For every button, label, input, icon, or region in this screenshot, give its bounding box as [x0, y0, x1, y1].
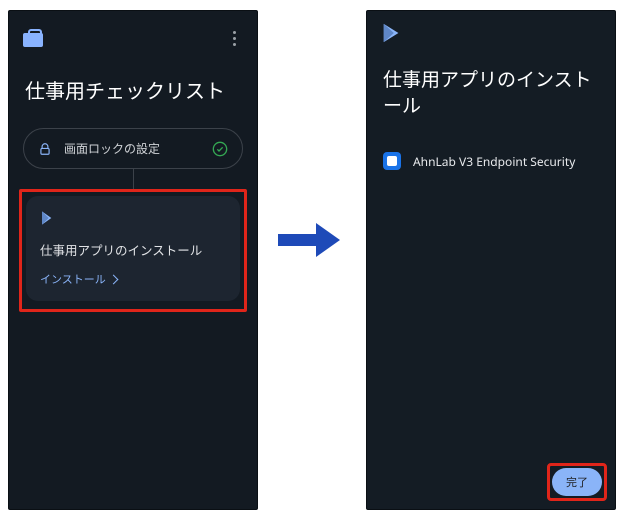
google-play-icon	[381, 22, 403, 44]
screen-checklist: 仕事用チェックリスト 画面ロックの設定 仕事用アプリのインストール	[8, 10, 258, 510]
lock-icon	[38, 142, 52, 156]
screen-install-apps: 仕事用アプリのインストール AhnLab V3 Endpoint Securit…	[366, 10, 616, 510]
done-button[interactable]: 完了	[552, 468, 602, 496]
flow-arrow-icon	[278, 220, 344, 260]
install-card-title: 仕事用アプリのインストール	[40, 240, 226, 259]
top-bar	[9, 11, 257, 65]
highlight-install-card: 仕事用アプリのインストール インストール	[19, 189, 247, 312]
page-title: 仕事用チェックリスト	[9, 65, 257, 128]
app-icon	[383, 152, 401, 170]
chevron-right-icon	[108, 274, 118, 284]
briefcase-icon	[23, 29, 43, 47]
install-action-label: インストール	[40, 271, 106, 287]
app-row[interactable]: AhnLab V3 Endpoint Security	[367, 142, 615, 180]
check-circle-icon	[212, 141, 228, 157]
checklist-item-screen-lock[interactable]: 画面ロックの設定	[23, 128, 243, 169]
connector-line	[9, 169, 257, 189]
page-title: 仕事用アプリのインストール	[367, 55, 615, 142]
highlight-done-button: 完了	[547, 463, 607, 501]
app-name-label: AhnLab V3 Endpoint Security	[413, 153, 575, 170]
google-play-icon	[40, 210, 56, 226]
install-action-link[interactable]: インストール	[40, 271, 226, 287]
checklist-item-label: 画面ロックの設定	[64, 140, 200, 157]
more-icon[interactable]	[225, 29, 243, 47]
top-bar	[367, 11, 615, 55]
install-apps-card[interactable]: 仕事用アプリのインストール インストール	[26, 196, 240, 301]
